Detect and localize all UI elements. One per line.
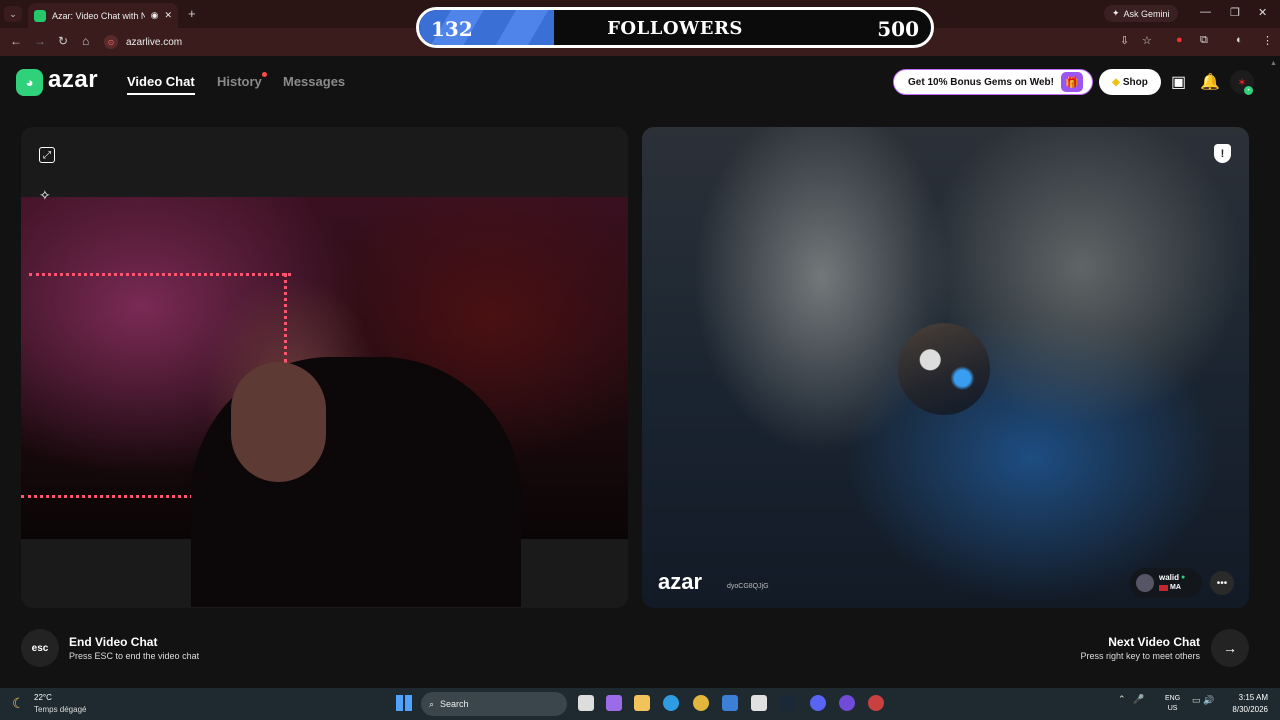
file-explorer-icon[interactable] — [634, 695, 650, 711]
back-icon[interactable]: ← — [10, 34, 22, 48]
tab-audio-icon[interactable]: ◉ — [151, 10, 159, 21]
weather-moon-icon[interactable]: ☾ — [12, 695, 25, 712]
nav-video-chat[interactable]: Video Chat — [127, 74, 195, 89]
store-icon[interactable]: ▣ — [1171, 72, 1186, 92]
search-label: Search — [440, 699, 469, 709]
language-indicator[interactable]: ENG US — [1165, 694, 1180, 714]
avatar-status-badge: • — [1244, 86, 1253, 95]
led-light-strip — [29, 273, 291, 281]
new-tab-button[interactable]: + — [188, 6, 196, 21]
ask-gemini-label: Ask Gemini — [1123, 8, 1170, 19]
my-camera-panel: ⤢ ✧ — [21, 127, 628, 608]
end-chat-button[interactable]: esc — [21, 629, 59, 667]
watermark-session-id: dyoCG8QJjG — [727, 583, 769, 590]
search-icon: ⌕ — [429, 698, 435, 709]
windows-start-icon[interactable] — [396, 695, 412, 711]
nav-messages[interactable]: Messages — [283, 74, 345, 89]
azar-favicon-icon — [34, 9, 46, 22]
chrome-icon[interactable] — [693, 695, 709, 711]
active-tab-underline — [127, 93, 195, 95]
menu-kebab-icon[interactable]: ⋮ — [1262, 34, 1273, 47]
partner-info-chip[interactable]: walid ● MA — [1130, 568, 1202, 598]
followers-goal-bar: 132 FOLLOWERS 500 — [416, 7, 934, 48]
gift-icon: 🎁 — [1061, 72, 1083, 92]
extension-icon[interactable]: ● — [1176, 34, 1183, 46]
minimize-icon[interactable]: — — [1200, 6, 1211, 18]
tab-close-icon[interactable]: ✕ — [164, 10, 172, 21]
app-red-icon[interactable] — [868, 695, 884, 711]
edge-icon[interactable] — [663, 695, 679, 711]
widgets-icon[interactable] — [606, 695, 622, 711]
flag-icon — [1159, 585, 1168, 591]
followers-goal-count: 500 — [877, 17, 919, 41]
next-chat-title: Next Video Chat — [1108, 635, 1200, 649]
tab-title: Azar: Video Chat with New — [52, 10, 145, 21]
azar-logo-text[interactable]: azar — [48, 66, 98, 94]
bookmark-star-icon[interactable]: ☆ — [1142, 34, 1152, 47]
promo-label: Get 10% Bonus Gems on Web! — [908, 76, 1054, 88]
gem-icon: ◆ — [1112, 76, 1120, 88]
home-icon[interactable]: ⌂ — [82, 34, 89, 48]
followers-label: FOLLOWERS — [607, 18, 743, 39]
app-circle-icon[interactable] — [839, 695, 855, 711]
gemini-icon: ✦ — [1112, 8, 1120, 18]
chat-bubble-icon[interactable]: ••• — [1210, 571, 1234, 595]
discord-icon[interactable] — [810, 695, 826, 711]
language-code: ENG — [1165, 695, 1181, 702]
azar-logo-icon[interactable]: ◕ — [16, 69, 43, 96]
maximize-icon[interactable]: ❐ — [1230, 6, 1240, 19]
magic-filter-icon[interactable]: ✧ — [39, 187, 51, 204]
shop-button[interactable]: ◆ Shop — [1099, 69, 1161, 95]
partner-name: walid — [1159, 573, 1180, 582]
scrollbar-up-arrow[interactable]: ▲ — [1270, 60, 1277, 67]
clock-date[interactable]: 8/30/2026 — [1222, 705, 1268, 714]
reload-icon[interactable]: ↻ — [58, 34, 68, 48]
partner-country: MA — [1170, 584, 1181, 591]
site-info-icon[interactable]: ⊙ — [104, 35, 118, 49]
forward-icon[interactable]: → — [34, 34, 46, 48]
verified-badge-icon: ● — [1181, 574, 1186, 581]
mail-icon[interactable] — [722, 695, 738, 711]
url-text: azarlive.com — [126, 36, 183, 48]
expand-icon[interactable]: ⤢ — [39, 147, 55, 163]
end-chat-hint: Press ESC to end the video chat — [69, 651, 200, 661]
extensions-puzzle-icon[interactable]: ⧉ — [1200, 34, 1208, 47]
system-tray[interactable]: ⌃ 🎤 — [1118, 694, 1144, 705]
weather-temperature[interactable]: 22°C — [34, 693, 52, 702]
keyboard-layout: US — [1167, 705, 1178, 712]
store-app-icon[interactable] — [751, 695, 767, 711]
browser-tab[interactable]: Azar: Video Chat with New ◉ ✕ — [28, 3, 178, 28]
partner-profile-picture — [898, 323, 990, 415]
tab-search-button[interactable]: ⌄ — [4, 6, 22, 22]
weather-description[interactable]: Temps dégagé — [34, 705, 86, 714]
led-light-strip-side — [283, 273, 287, 363]
nav-history[interactable]: History — [217, 74, 262, 89]
next-chat-button[interactable]: → — [1211, 629, 1249, 667]
install-app-icon[interactable]: ⇩ — [1120, 34, 1129, 47]
taskbar-search[interactable]: ⌕ Search — [421, 692, 567, 716]
my-camera-feed — [21, 197, 628, 607]
shop-label: Shop — [1122, 76, 1148, 88]
task-view-icon[interactable] — [578, 695, 594, 711]
end-chat-title: End Video Chat — [69, 635, 158, 649]
profile-icon[interactable]: ◐ — [1236, 34, 1243, 46]
history-notification-dot — [262, 72, 267, 77]
close-window-icon[interactable]: ✕ — [1258, 6, 1267, 19]
partner-video-panel: ! azar dyoCG8QJjG walid ● MA ••• — [642, 127, 1249, 608]
network-volume-icons[interactable]: ▭ 🔊 — [1192, 695, 1214, 706]
person-face — [231, 362, 326, 482]
next-chat-hint: Press right key to meet others — [1080, 651, 1200, 661]
partner-avatar — [1136, 574, 1154, 592]
azar-watermark-logo: azar — [658, 569, 703, 594]
clock-time[interactable]: 3:15 AM — [1232, 693, 1268, 702]
notification-bell-icon[interactable]: 🔔 — [1200, 72, 1220, 92]
steam-icon[interactable] — [780, 695, 796, 711]
report-shield-icon[interactable]: ! — [1214, 144, 1231, 163]
ask-gemini-button[interactable]: ✦ Ask Gemini — [1104, 5, 1178, 22]
